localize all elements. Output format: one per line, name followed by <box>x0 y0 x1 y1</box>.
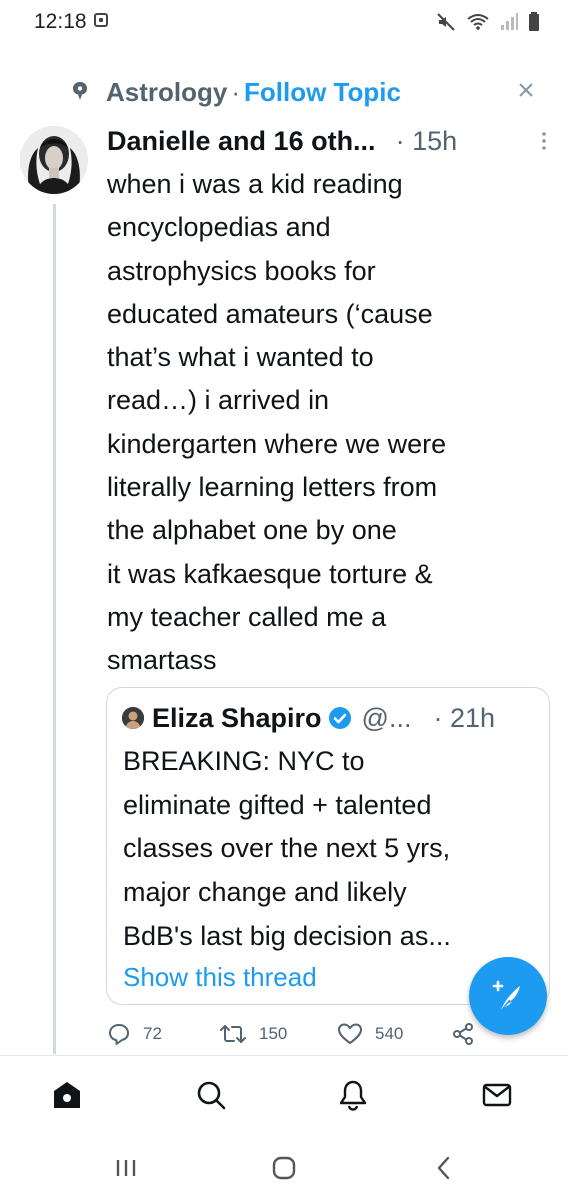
quoted-text-line: classes over the next 5 yrs, <box>123 833 451 864</box>
tweet-text-line: read…) i arrived in <box>107 385 330 416</box>
tweet-text[interactable]: when i was a kid reading encyclopedias a… <box>107 163 547 683</box>
thread-line <box>53 204 56 1054</box>
tweet-text-line: educated amateurs (‘cause <box>107 298 433 329</box>
home-icon[interactable] <box>50 1078 84 1112</box>
recent-apps-icon[interactable] <box>112 1154 140 1182</box>
retweet-button[interactable]: 150 <box>219 1020 287 1048</box>
notifications-icon[interactable] <box>336 1078 370 1112</box>
tweet-author[interactable]: Danielle and 16 oth... <box>107 126 376 157</box>
avatar[interactable] <box>20 126 88 194</box>
quoted-author-name: Eliza Shapiro <box>152 702 322 733</box>
app-notification-icon <box>94 13 108 27</box>
mute-icon <box>437 13 455 31</box>
quoted-tweet-time: · 21h <box>433 702 496 733</box>
quoted-text-line: BREAKING: NYC to <box>123 746 365 776</box>
quoted-tweet-header: Eliza Shapiro @... · 21h <box>122 700 542 736</box>
like-button[interactable]: 540 <box>337 1020 403 1048</box>
compose-tweet-icon <box>492 980 520 1013</box>
more-vertical-icon[interactable] <box>541 130 547 152</box>
tweet-text-line: smartass <box>107 645 217 676</box>
retweet-icon <box>220 1025 246 1043</box>
retweet-count: 150 <box>259 1024 288 1043</box>
search-icon[interactable] <box>194 1078 228 1112</box>
tweet-text-line: when i was a kid reading <box>107 169 403 199</box>
tweet-text-line: encyclopedias and <box>107 212 331 243</box>
topic-name[interactable]: Astrology <box>106 77 227 108</box>
status-bar: 12:18 <box>0 0 568 44</box>
signal-icon <box>501 13 518 30</box>
quoted-text-line: major change and likely <box>123 877 407 908</box>
share-button[interactable] <box>451 1020 475 1048</box>
android-nav-bar <box>0 1136 568 1200</box>
quoted-text-line: BdB's last big decision as... <box>123 920 451 951</box>
reply-button[interactable]: 72 <box>107 1020 162 1048</box>
tweet-actions: 72 150 540 <box>107 1020 547 1048</box>
topic-bubble-icon <box>73 82 87 100</box>
topic-row: Astrology · Follow Topic <box>72 74 552 110</box>
tweet-text-line: kindergarten where we were <box>107 428 447 459</box>
tweet-text-line: the alphabet one by one <box>107 515 397 546</box>
reply-count: 72 <box>143 1024 162 1043</box>
tweet-text-line: literally learning letters from <box>107 472 438 503</box>
quoted-text-line: eliminate gifted + talented <box>123 789 432 820</box>
status-icons <box>436 12 540 32</box>
reply-icon <box>109 1024 129 1045</box>
close-icon[interactable] <box>514 78 538 102</box>
verified-badge-icon <box>328 707 351 729</box>
like-count: 540 <box>375 1024 404 1043</box>
tweet-header: Danielle and 16 oth... · 15h <box>107 122 547 160</box>
topic-separator: · <box>231 76 241 107</box>
heart-icon <box>338 1023 362 1044</box>
quoted-tweet-text: BREAKING: NYC to eliminate gifted + tale… <box>123 740 543 959</box>
quoted-tweet-card[interactable]: Eliza Shapiro @... · 21h BREAKING: NYC t… <box>106 687 550 1005</box>
tweet-text-line: it was kafkaesque torture & <box>107 558 433 589</box>
share-icon <box>453 1023 473 1045</box>
battery-icon <box>529 12 539 31</box>
messages-icon[interactable] <box>480 1078 514 1112</box>
tweet-text-line: my teacher called me a <box>107 601 387 632</box>
tweet-time[interactable]: · 15h <box>396 126 458 157</box>
bottom-nav <box>0 1056 568 1136</box>
wifi-icon <box>467 14 489 30</box>
status-time: 12:18 <box>34 10 87 33</box>
avatar-image <box>20 126 88 194</box>
quoted-author-handle: @... <box>361 702 412 733</box>
tweet-text-line: astrophysics books for <box>107 255 376 286</box>
home-circle-icon[interactable] <box>270 1154 298 1182</box>
back-icon[interactable] <box>430 1154 458 1182</box>
show-thread-link[interactable]: Show this thread <box>123 962 317 993</box>
follow-topic-button[interactable]: Follow Topic <box>244 77 401 108</box>
tweet-text-line: that’s what i wanted to <box>107 342 374 373</box>
quoted-avatar <box>122 707 144 729</box>
